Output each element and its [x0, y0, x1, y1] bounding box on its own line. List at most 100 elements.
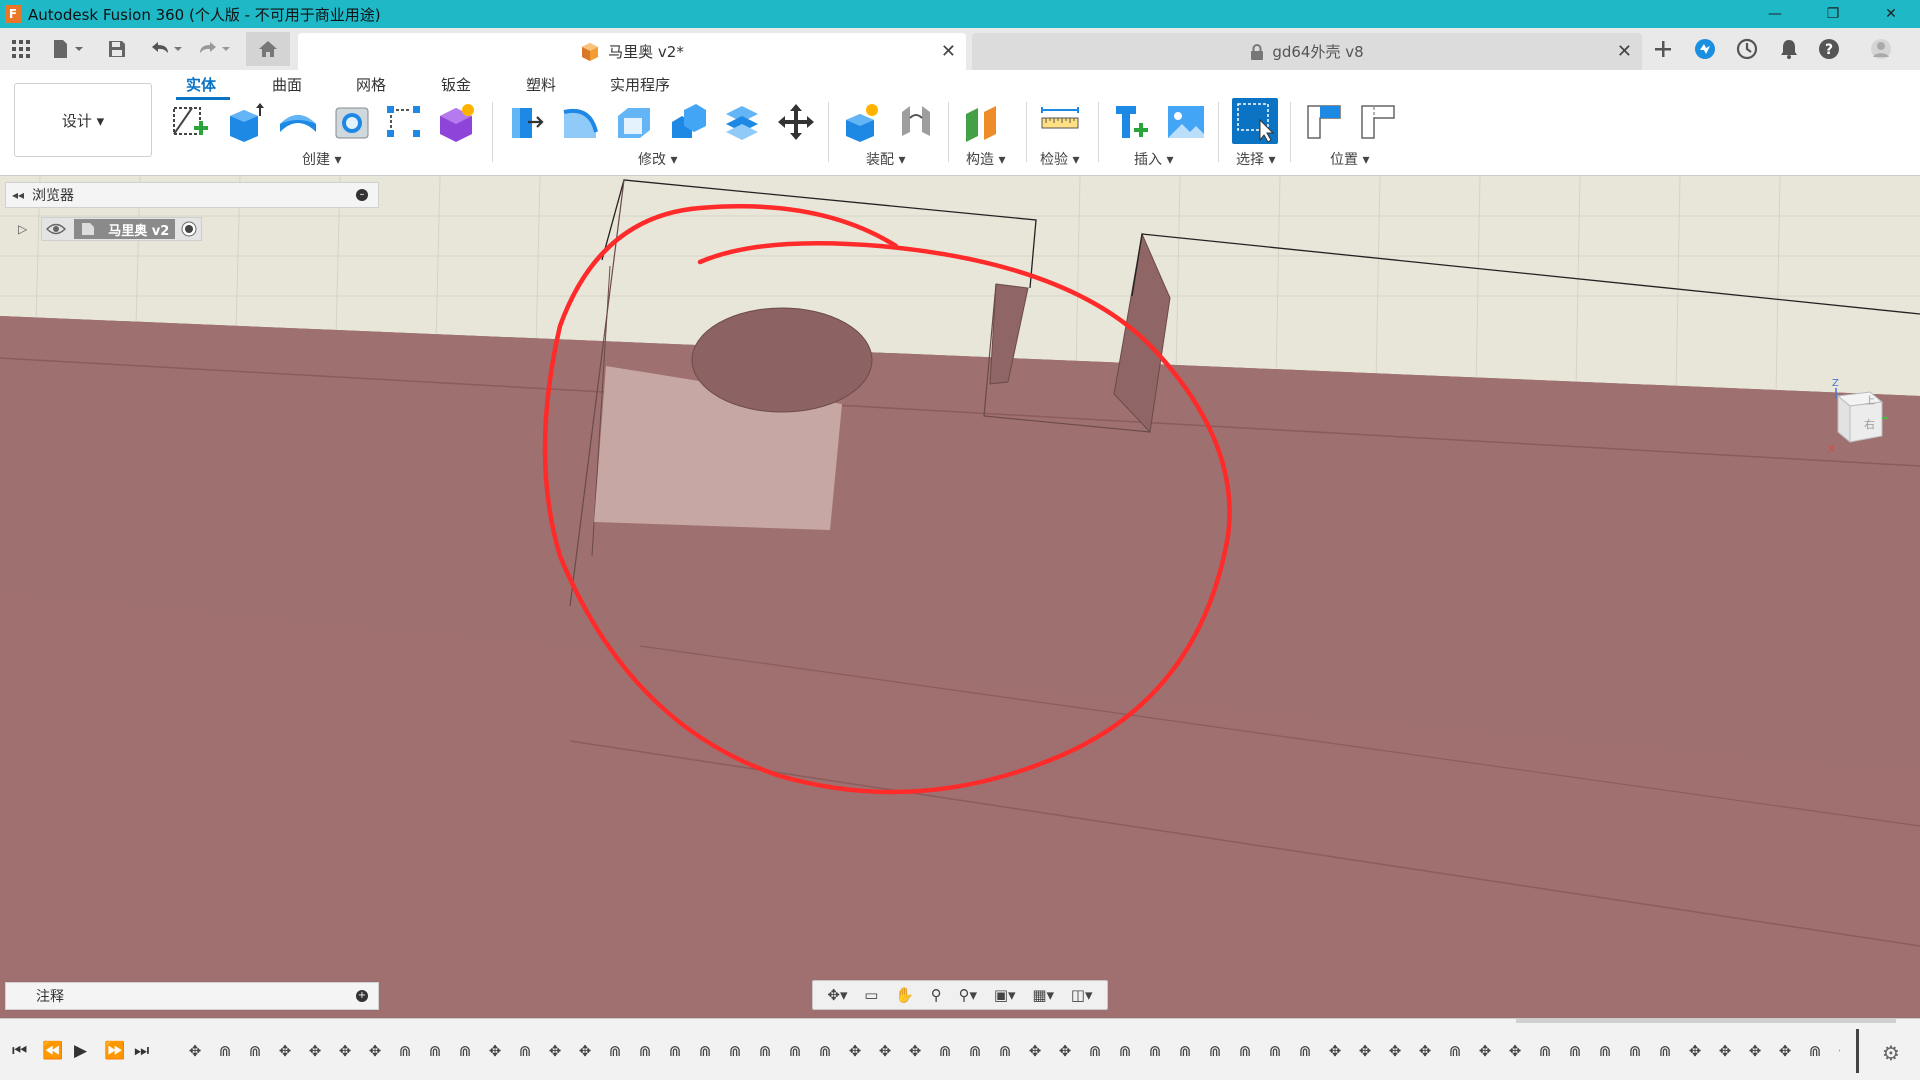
extrude-icon[interactable] [224, 102, 264, 142]
construct-group-label[interactable]: 构造 ▾ [966, 149, 1005, 169]
grid-settings-icon[interactable]: ▦▾ [1032, 986, 1054, 1004]
timeline-move-icon[interactable]: ✥ [1740, 1039, 1770, 1063]
inspect-group-label[interactable]: 检验 ▾ [1040, 149, 1079, 169]
timeline-move-icon[interactable]: ✥ [1710, 1039, 1740, 1063]
new-component-icon[interactable] [842, 102, 882, 142]
timeline-joint-icon[interactable]: ⋒ [390, 1039, 420, 1063]
select-tool-icon[interactable] [1232, 98, 1278, 144]
timeline-joint-icon[interactable]: ⋒ [930, 1039, 960, 1063]
timeline-marker[interactable] [1856, 1029, 1859, 1073]
file-menu-icon[interactable] [48, 36, 88, 62]
timeline-joint-icon[interactable]: ⋒ [1560, 1039, 1590, 1063]
timeline-joint-icon[interactable]: ⋒ [1230, 1039, 1260, 1063]
display-settings-icon[interactable]: ▣▾ [994, 986, 1016, 1004]
tab-mesh[interactable]: 网格 [356, 74, 386, 95]
timeline-move-icon[interactable]: ✥ [480, 1039, 510, 1063]
pattern-icon[interactable] [384, 102, 424, 142]
modify-group-label[interactable]: 修改 ▾ [638, 149, 677, 169]
home-icon[interactable] [246, 32, 290, 66]
position-group-label[interactable]: 位置 ▾ [1330, 149, 1369, 169]
timeline-joint-icon[interactable]: ⋒ [1530, 1039, 1560, 1063]
timeline-joint-icon[interactable]: ⋒ [660, 1039, 690, 1063]
browser-minimize-icon[interactable]: – [356, 189, 368, 201]
timeline-move-icon[interactable]: ✥ [1380, 1039, 1410, 1063]
tab-plastic[interactable]: 塑料 [526, 74, 556, 95]
timeline-move-icon[interactable]: ✥ [360, 1039, 390, 1063]
zoom-icon[interactable]: ⚲ [931, 986, 942, 1004]
hole-icon[interactable] [332, 102, 372, 142]
notifications-bell-icon[interactable] [1776, 36, 1802, 62]
capture-position-icon[interactable] [1304, 102, 1344, 142]
timeline-move-icon[interactable]: ✥ [570, 1039, 600, 1063]
timeline-play-icon[interactable]: ▶ [74, 1041, 87, 1061]
timeline-move-icon[interactable]: ✥ [1020, 1039, 1050, 1063]
add-comment-icon[interactable]: + [356, 990, 368, 1002]
collapse-panel-icon[interactable]: ◂◂ [12, 188, 24, 202]
orbit-icon[interactable]: ✥▾ [827, 986, 847, 1004]
insert-mcmaster-icon[interactable] [1112, 102, 1152, 142]
new-tab-icon[interactable] [1650, 36, 1676, 62]
timeline-start-icon[interactable]: ⏮ [12, 1041, 27, 1061]
job-status-icon[interactable] [1734, 36, 1760, 62]
create-form-icon[interactable] [436, 102, 476, 142]
timeline-joint-icon[interactable]: ⋒ [750, 1039, 780, 1063]
timeline-joint-icon[interactable]: ⋒ [510, 1039, 540, 1063]
tab-surface[interactable]: 曲面 [272, 74, 302, 95]
viewports-icon[interactable]: ◫▾ [1071, 986, 1093, 1004]
activate-radio-icon[interactable] [181, 221, 197, 237]
timeline-joint-icon[interactable]: ⋒ [420, 1039, 450, 1063]
shell-icon[interactable] [614, 102, 654, 142]
visibility-eye-icon[interactable] [46, 222, 67, 236]
timeline-joint-icon[interactable]: ⋒ [240, 1039, 270, 1063]
offset-face-icon[interactable] [722, 102, 762, 142]
cylinder-top[interactable] [691, 307, 873, 413]
create-sketch-icon[interactable] [170, 102, 210, 142]
timeline-move-icon[interactable]: ✥ [270, 1039, 300, 1063]
insert-canvas-icon[interactable] [1166, 102, 1206, 142]
timeline-move-icon[interactable]: ✥ [900, 1039, 930, 1063]
timeline-move-icon[interactable]: ✥ [1470, 1039, 1500, 1063]
timeline-joint-icon[interactable]: ⋒ [1800, 1039, 1830, 1063]
save-icon[interactable] [104, 36, 130, 62]
minimize-button[interactable]: — [1746, 0, 1804, 28]
timeline-joint-icon[interactable]: ⋒ [210, 1039, 240, 1063]
timeline-move-icon[interactable]: ✥ [1500, 1039, 1530, 1063]
help-icon[interactable]: ? [1816, 36, 1842, 62]
tab-utilities[interactable]: 实用程序 [610, 74, 670, 95]
timeline-move-icon[interactable]: ✥ [300, 1039, 330, 1063]
timeline-next-icon[interactable]: ⏩ [104, 1041, 125, 1061]
joint-icon[interactable] [896, 102, 936, 142]
press-pull-icon[interactable] [506, 102, 546, 142]
comments-panel-header[interactable]: 注释 + [5, 982, 379, 1010]
timeline-joint-icon[interactable]: ⋒ [720, 1039, 750, 1063]
timeline-joint-icon[interactable]: ⋒ [1110, 1039, 1140, 1063]
extensions-icon[interactable] [1692, 36, 1718, 62]
app-grid-icon[interactable] [8, 36, 34, 62]
offset-plane-icon[interactable] [962, 102, 1002, 142]
timeline-move-icon[interactable]: ✥ [870, 1039, 900, 1063]
undo-icon[interactable] [146, 36, 186, 62]
timeline-move-icon[interactable]: ✥ [330, 1039, 360, 1063]
timeline-joint-icon[interactable]: ⋒ [1200, 1039, 1230, 1063]
timeline-joint-icon[interactable]: ⋒ [960, 1039, 990, 1063]
timeline-joint-icon[interactable]: ⋒ [600, 1039, 630, 1063]
timeline-joint-icon[interactable]: ⋒ [1650, 1039, 1680, 1063]
restore-button[interactable]: ❐ [1804, 0, 1862, 28]
timeline-move-icon[interactable]: ✥ [1680, 1039, 1710, 1063]
workspace-switcher-button[interactable]: 设计 ▾ [14, 83, 152, 157]
timeline-joint-icon[interactable]: ⋒ [1290, 1039, 1320, 1063]
measure-icon[interactable] [1040, 102, 1080, 142]
move-copy-icon[interactable] [776, 102, 816, 142]
timeline-move-icon[interactable]: ✥ [180, 1039, 210, 1063]
look-at-icon[interactable]: ▭ [864, 986, 878, 1004]
timeline-joint-icon[interactable]: ⋒ [1080, 1039, 1110, 1063]
timeline-joint-icon[interactable]: ⋒ [990, 1039, 1020, 1063]
redo-icon[interactable] [194, 36, 234, 62]
timeline-scrollbar[interactable] [1516, 1019, 1896, 1023]
tab-mario-v2[interactable]: 马里奥 v2* ✕ [298, 33, 966, 70]
timeline-joint-icon[interactable]: ⋒ [780, 1039, 810, 1063]
timeline-move-icon[interactable]: ✥ [540, 1039, 570, 1063]
browser-panel-header[interactable]: ◂◂ 浏览器 – [5, 182, 379, 208]
timeline-joint-icon[interactable]: ⋒ [450, 1039, 480, 1063]
combine-icon[interactable] [668, 102, 708, 142]
